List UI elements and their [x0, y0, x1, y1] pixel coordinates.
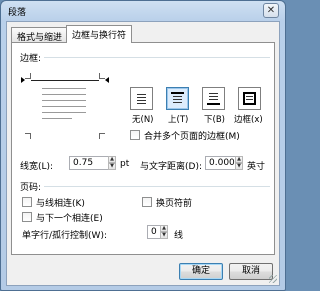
- preview-text-line: [42, 118, 72, 119]
- border-top-icon: [171, 92, 184, 105]
- page-break-before-checkbox[interactable]: [142, 197, 152, 207]
- close-icon: ✕: [266, 5, 276, 16]
- line-width-spinner[interactable]: ▲ ▼: [108, 156, 116, 170]
- tab-label: 边框与换行符: [72, 31, 127, 41]
- spin-down-icon[interactable]: ▼: [235, 163, 243, 170]
- preview-text-line: [42, 100, 86, 101]
- right-indent-marker-icon: [105, 77, 109, 83]
- border-box-label: 边框(x): [234, 115, 263, 125]
- border-bottom-label: 下(B): [204, 115, 225, 125]
- widow-control-spinner[interactable]: ▲ ▼: [160, 225, 168, 239]
- tab-borders-breaks[interactable]: 边框与换行符: [66, 25, 133, 43]
- paragraph-dialog: 段落 ✕ 格式与缩进 边框与换行符 边框: 无(N) 上(T) 下(B) 边框(…: [0, 0, 286, 291]
- dialog-title: 段落: [8, 8, 27, 18]
- spin-down-icon[interactable]: ▼: [108, 163, 116, 170]
- spin-up-icon[interactable]: ▲: [160, 225, 168, 232]
- distance-label: 与文字距离(D):: [140, 162, 202, 172]
- widow-control-label: 单字行/孤行控制(W):: [22, 231, 107, 241]
- distance-input[interactable]: 0.000: [205, 156, 237, 170]
- spin-up-icon[interactable]: ▲: [235, 156, 243, 163]
- title-bar[interactable]: 段落 ✕: [1, 1, 285, 21]
- cancel-button[interactable]: 取消: [229, 263, 273, 280]
- line-width-label: 线宽(L):: [20, 162, 54, 172]
- border-box-icon: [243, 92, 256, 105]
- spin-up-icon[interactable]: ▲: [108, 156, 116, 163]
- tab-panel: 边框: 无(N) 上(T) 下(B) 边框(x) 合并多个页面的边框(M) 线宽…: [11, 42, 275, 255]
- line-width-unit: pt: [120, 159, 130, 169]
- border-none-label: 无(N): [132, 115, 154, 125]
- resize-grip-icon[interactable]: [269, 275, 277, 283]
- border-section-label: 边框:: [20, 51, 45, 64]
- border-box-button[interactable]: [238, 87, 261, 110]
- preview-text-line: [42, 94, 86, 95]
- preview-text-line: [42, 112, 86, 113]
- pagination-section-label: 页码:: [20, 180, 45, 193]
- preview-top-border-line: [31, 80, 99, 81]
- border-none-icon: [135, 92, 148, 105]
- keep-lines-checkbox[interactable]: [22, 197, 32, 207]
- spin-down-icon[interactable]: ▼: [160, 232, 168, 239]
- left-indent-marker-icon: [21, 77, 25, 83]
- page-break-before-label[interactable]: 换页符前: [156, 196, 192, 209]
- corner-mark: [25, 73, 31, 79]
- close-button[interactable]: ✕: [263, 3, 279, 18]
- keep-with-next-checkbox[interactable]: [22, 212, 32, 222]
- border-top-label: 上(T): [168, 115, 189, 125]
- preview-text-line: [42, 88, 86, 89]
- keep-lines-label[interactable]: 与线相连(K): [36, 196, 85, 209]
- section-divider: [20, 57, 270, 58]
- corner-mark: [25, 133, 31, 139]
- widow-control-unit: 线: [174, 231, 184, 241]
- border-none-button[interactable]: [130, 87, 153, 110]
- border-preview: [21, 70, 109, 142]
- merge-borders-checkbox[interactable]: [130, 130, 140, 140]
- border-bottom-icon: [207, 92, 220, 105]
- border-bottom-button[interactable]: [202, 87, 225, 110]
- keep-with-next-label[interactable]: 与下一个相连(E): [36, 211, 103, 224]
- dialog-body: 格式与缩进 边框与换行符 边框: 无(N) 上(T) 下(B) 边框(x) 合并…: [6, 21, 280, 286]
- distance-unit: 英寸: [247, 162, 266, 172]
- merge-borders-label[interactable]: 合并多个页面的边框(M): [144, 129, 240, 142]
- tab-format-indent[interactable]: 格式与缩进: [11, 27, 69, 43]
- border-top-button[interactable]: [166, 87, 189, 110]
- preview-text-line: [42, 106, 86, 107]
- line-width-input[interactable]: 0.75: [69, 156, 110, 170]
- corner-mark: [99, 133, 105, 139]
- distance-spinner[interactable]: ▲ ▼: [235, 156, 243, 170]
- section-divider: [20, 186, 270, 187]
- ok-button[interactable]: 确定: [179, 263, 223, 280]
